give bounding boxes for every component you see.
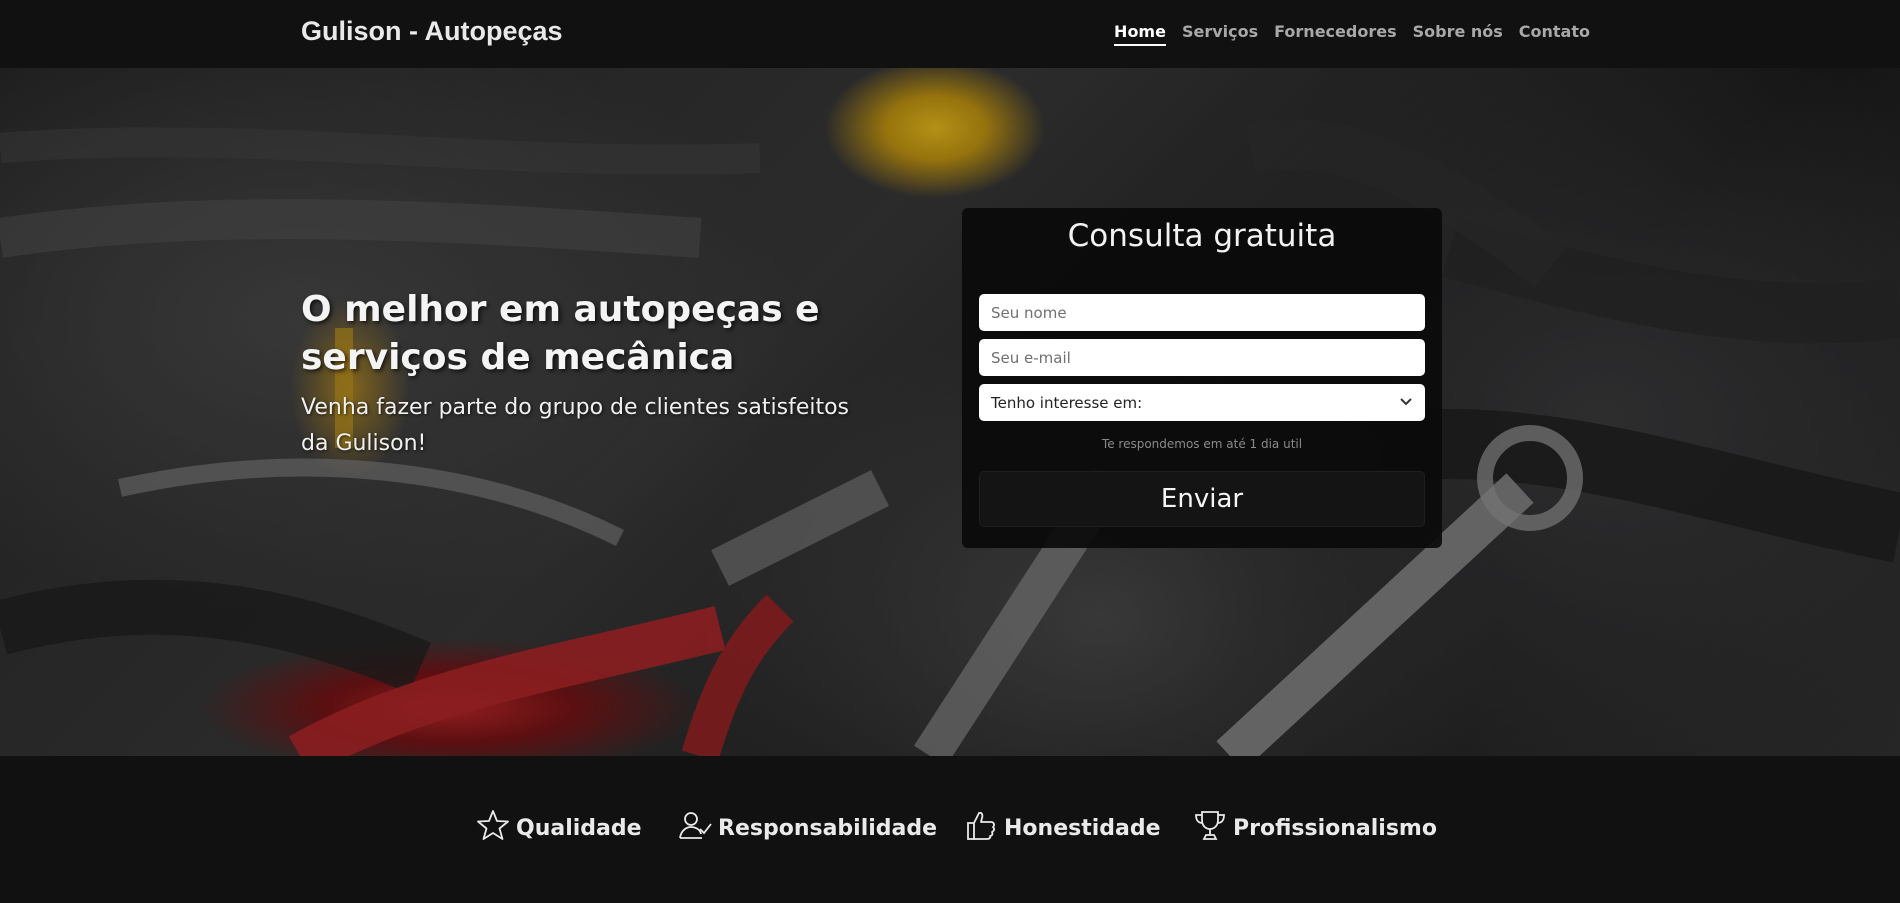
interest-select[interactable]: Tenho interesse em: <box>979 384 1425 421</box>
nav-servicos[interactable]: Serviços <box>1182 22 1258 46</box>
feature-responsabilidade: Responsabilidade <box>678 808 937 848</box>
feature-label: Responsabilidade <box>718 815 938 841</box>
form-title: Consulta gratuita <box>1067 218 1337 254</box>
email-input[interactable] <box>979 339 1425 376</box>
name-input[interactable] <box>979 294 1425 331</box>
feature-label: Profissionalismo <box>1233 815 1437 841</box>
main-nav: Home Serviços Fornecedores Sobre nós Con… <box>1114 22 1590 46</box>
hero-section: O melhor em autopeças e serviços de mecâ… <box>0 68 1900 756</box>
hero-overlay <box>0 68 1900 756</box>
feature-label: Qualidade <box>516 815 642 841</box>
star-icon <box>476 808 510 848</box>
feature-profissionalismo: Profissionalismo <box>1193 808 1437 848</box>
consultation-form: Consulta gratuita Tenho interesse em: Te… <box>962 208 1442 548</box>
hero-headline: O melhor em autopeças e serviços de mecâ… <box>301 289 820 378</box>
nav-fornecedores[interactable]: Fornecedores <box>1274 22 1396 46</box>
thumbs-up-icon <box>964 808 998 848</box>
nav-home[interactable]: Home <box>1114 22 1166 46</box>
feature-label: Honestidade <box>1004 815 1161 841</box>
hero-subline: Venha fazer parte do grupo de clientes s… <box>301 395 850 456</box>
feature-qualidade: Qualidade <box>476 808 642 848</box>
brand-logo[interactable]: Gulison - Autopeças <box>301 16 563 47</box>
person-check-icon <box>678 808 712 848</box>
feature-honestidade: Honestidade <box>964 808 1161 848</box>
navbar: Gulison - Autopeças Home Serviços Fornec… <box>0 0 1900 68</box>
response-time-note: Te respondemos em até 1 dia util <box>1101 437 1303 451</box>
submit-button[interactable]: Enviar <box>979 471 1425 527</box>
nav-contato[interactable]: Contato <box>1519 22 1590 46</box>
chevron-down-icon <box>1399 394 1413 412</box>
nav-sobre-nos[interactable]: Sobre nós <box>1413 22 1503 46</box>
trophy-icon <box>1193 808 1227 848</box>
values-bar: Qualidade Responsabilidade Honestidade P… <box>0 756 1900 903</box>
interest-select-value: Tenho interesse em: <box>991 393 1143 412</box>
